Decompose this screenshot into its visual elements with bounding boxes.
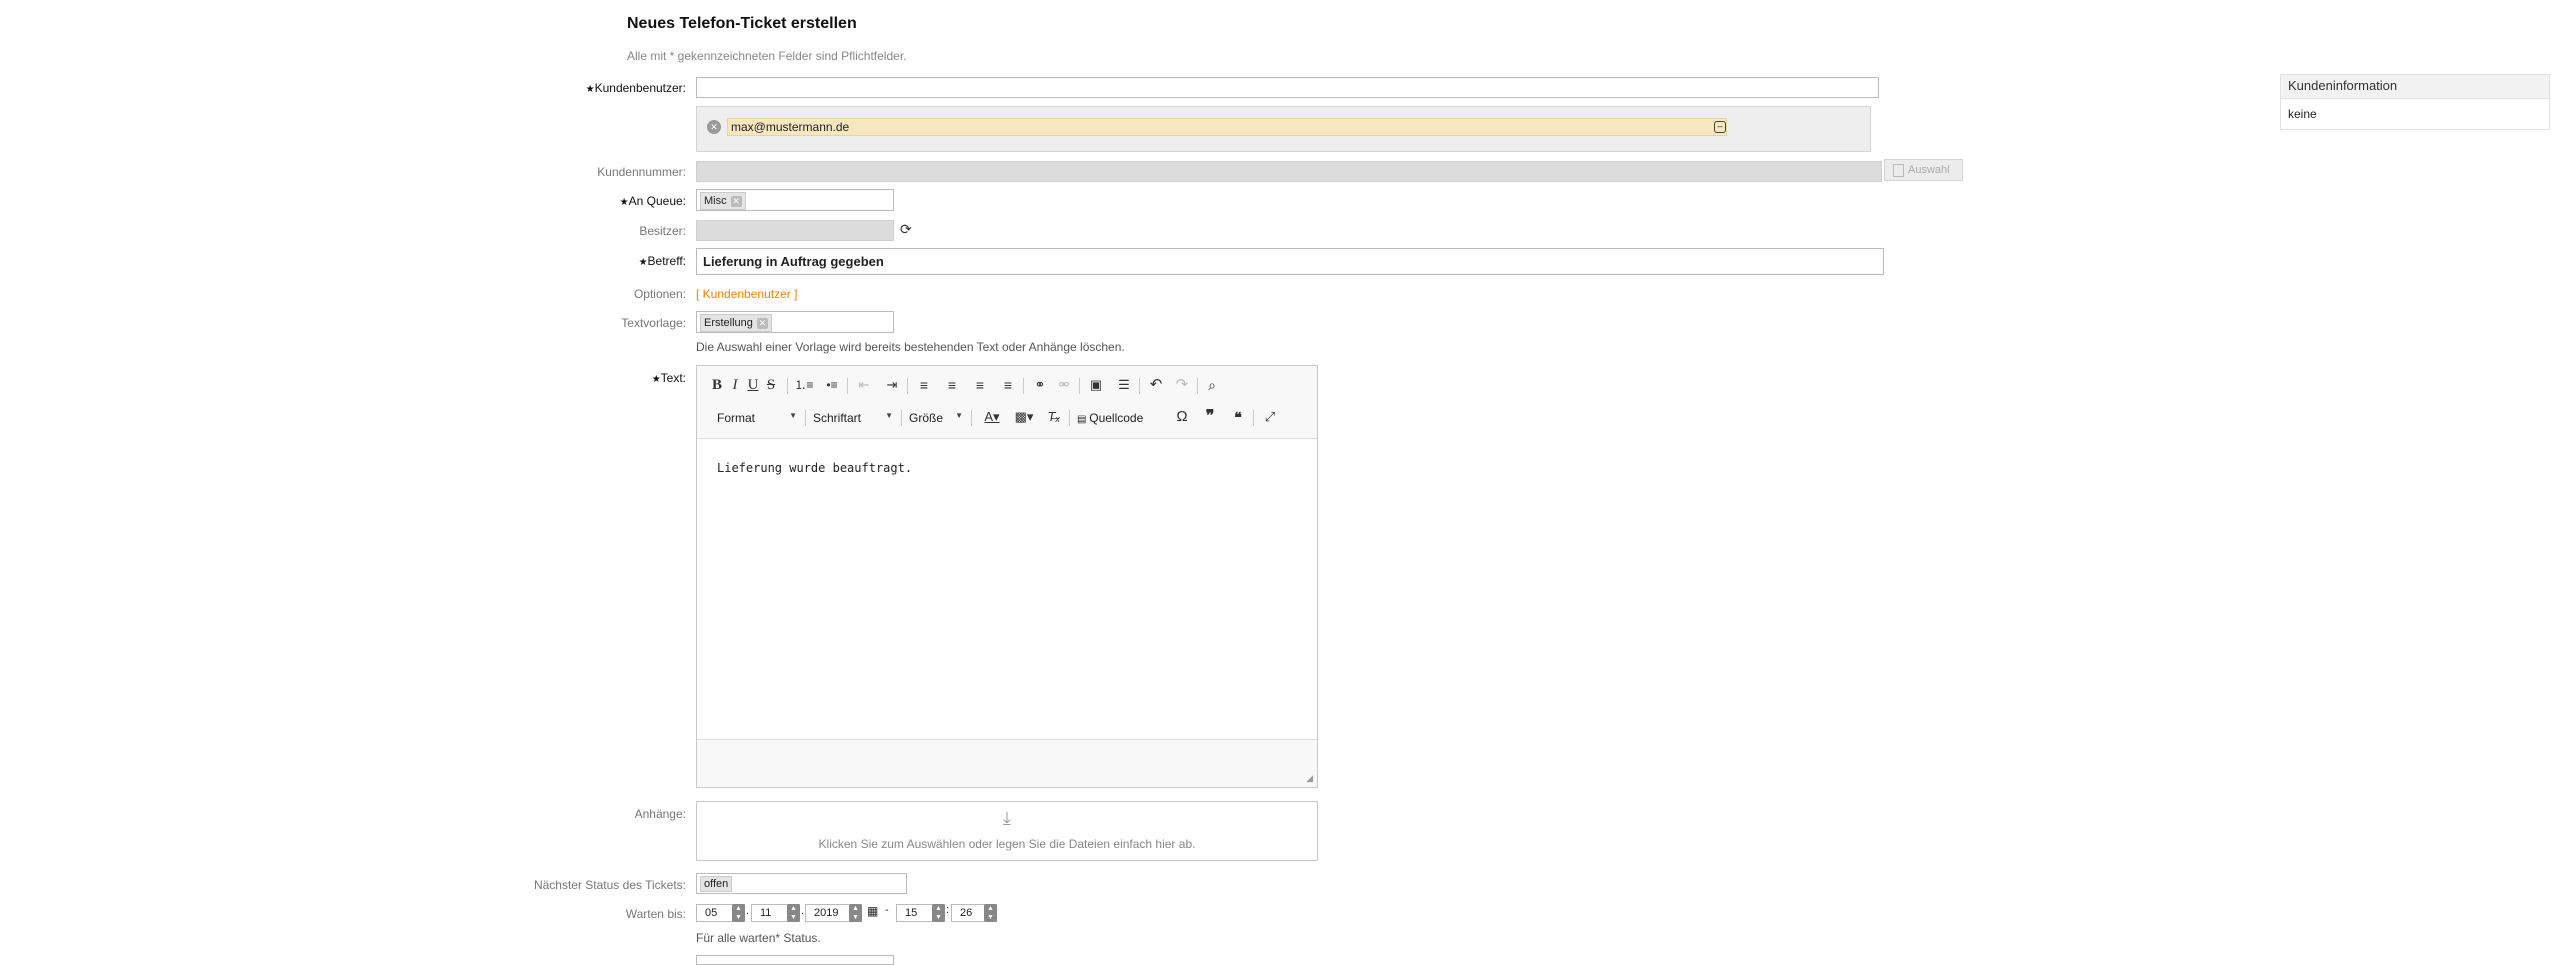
pending-hour-select[interactable]: 15 ▲ ▼ — [896, 904, 945, 922]
attachments-dropzone[interactable]: ⤓ Klicken Sie zum Auswählen oder legen S… — [696, 801, 1318, 861]
link-icon[interactable]: ⚭ — [1029, 374, 1051, 396]
customer-user-input[interactable] — [696, 77, 1879, 98]
customer-user-link[interactable]: [ Kundenbenutzer ] — [696, 287, 797, 301]
template-hint: Die Auswahl einer Vorlage wird bereits b… — [696, 340, 1125, 354]
document-icon — [1893, 163, 1904, 177]
customer-number-label: Kundennummer: — [597, 165, 686, 179]
editor-body-text[interactable]: Lieferung wurde beauftragt. — [717, 461, 912, 475]
unlink-icon[interactable]: ⚮ — [1053, 374, 1075, 396]
bulleted-list-icon[interactable]: •≡ — [821, 374, 843, 396]
customer-user-list: ✕ max@mustermann.de – — [696, 106, 1871, 152]
strikethrough-icon[interactable]: S — [760, 374, 782, 396]
upload-icon: ⤓ — [1003, 808, 1011, 828]
refresh-icon[interactable]: ⟳ — [900, 221, 912, 238]
queue-label: An Queue: — [620, 194, 686, 208]
customer-user-entry[interactable]: max@mustermann.de — [727, 118, 1727, 136]
search-icon[interactable]: ⌕ — [1201, 374, 1223, 396]
pending-day-select[interactable]: 05 ▲ ▼ — [696, 904, 745, 922]
next-state-tag: offen — [700, 876, 733, 892]
code-quote-icon[interactable]: ❝ — [1227, 406, 1249, 428]
chevron-down-icon: ▼ — [955, 411, 963, 420]
minus-icon[interactable]: – — [1714, 121, 1726, 133]
subject-label: Betreff: — [639, 254, 686, 268]
image-icon[interactable]: ▣ — [1085, 374, 1107, 396]
pending-month-select[interactable]: 11 ▲ ▼ — [751, 904, 800, 922]
undo-icon[interactable]: ↶ — [1145, 374, 1167, 396]
select-customer-button[interactable]: Auswahl — [1884, 159, 1963, 181]
chevron-updown-icon: ▲ ▼ — [932, 904, 945, 922]
resize-handle-icon[interactable]: ◢ — [1306, 773, 1313, 784]
chevron-down-icon: ▼ — [789, 411, 797, 420]
source-button[interactable]: ▤ Quellcode — [1077, 411, 1143, 425]
subject-input[interactable]: Lieferung in Auftrag gegeben — [696, 248, 1884, 275]
special-char-icon[interactable]: Ω — [1171, 406, 1193, 428]
customer-info-value: keine — [2288, 107, 2317, 121]
indent-icon[interactable]: ⇥ — [881, 374, 903, 396]
rich-text-editor: B I U S ⒈≡ •≡ ⇤ ⇥ ≡ ≡ ≡ ≡ ⚭ ⚮ ▣ ☰ ↶ ↷ ⌕ … — [696, 365, 1318, 788]
align-center-icon[interactable]: ≡ — [941, 374, 963, 396]
calendar-icon[interactable]: ▦ — [867, 904, 878, 918]
customer-info-panel: Kundeninformation keine — [2280, 74, 2550, 130]
attachments-hint: Klicken Sie zum Auswählen oder legen Sie… — [818, 837, 1196, 851]
customer-number-input[interactable] — [696, 161, 1882, 182]
remove-icon[interactable]: ✕ — [756, 317, 768, 329]
chevron-updown-icon: ▲ ▼ — [787, 904, 800, 922]
chevron-down-icon: ▼ — [885, 411, 893, 420]
priority-select[interactable] — [696, 955, 894, 965]
format-dropdown[interactable]: Format ▼ — [717, 411, 797, 425]
owner-label: Besitzer: — [639, 224, 686, 238]
options-label: Optionen: — [633, 287, 686, 301]
horizontal-line-icon[interactable]: ☰ — [1113, 374, 1135, 396]
editor-content[interactable]: Lieferung wurde beauftragt. — [697, 438, 1317, 740]
chevron-updown-icon: ▲ ▼ — [849, 904, 862, 922]
background-color-icon[interactable]: ▩▾ — [1009, 406, 1039, 428]
customer-info-title: Kundeninformation — [2281, 75, 2549, 99]
text-color-icon[interactable]: A▾ — [977, 406, 1007, 428]
align-left-icon[interactable]: ≡ — [913, 374, 935, 396]
chevron-updown-icon: ▲ ▼ — [732, 904, 745, 922]
font-dropdown[interactable]: Schriftart ▼ — [813, 411, 893, 425]
pending-minute-select[interactable]: 26 ▲ ▼ — [951, 904, 997, 922]
remove-circle-icon[interactable]: ✕ — [707, 120, 721, 134]
chevron-updown-icon: ▲ ▼ — [984, 904, 997, 922]
remove-format-icon[interactable]: T̶ₓ — [1043, 406, 1065, 428]
attachments-label: Anhänge: — [634, 807, 686, 821]
pending-year-select[interactable]: 2019 ▲ ▼ — [805, 904, 862, 922]
pending-label: Warten bis: — [625, 907, 686, 921]
align-right-icon[interactable]: ≡ — [969, 374, 991, 396]
maximize-icon[interactable]: ⤢ — [1259, 406, 1281, 428]
remove-icon[interactable]: ✕ — [730, 195, 742, 207]
justify-icon[interactable]: ≡ — [997, 374, 1019, 396]
next-state-label: Nächster Status des Tickets: — [533, 878, 686, 892]
template-tag: Erstellung ✕ — [700, 314, 772, 332]
outdent-icon[interactable]: ⇤ — [853, 374, 875, 396]
customer-user-label: Kundenbenutzer: — [586, 81, 686, 95]
size-dropdown[interactable]: Größe ▼ — [909, 411, 963, 425]
page-subtitle: Alle mit * gekennzeichneten Felder sind … — [627, 49, 907, 63]
numbered-list-icon[interactable]: ⒈≡ — [793, 374, 815, 396]
page-title: Neues Telefon-Ticket erstellen — [627, 15, 857, 32]
pending-hint: Für alle warten* Status. — [696, 931, 821, 945]
blockquote-icon[interactable]: ❞ — [1199, 406, 1221, 428]
source-icon: ▤ — [1077, 414, 1090, 425]
owner-select[interactable] — [696, 220, 894, 241]
queue-tag: Misc ✕ — [700, 192, 746, 210]
text-label: Text: — [652, 371, 686, 385]
template-label: Textvorlage: — [621, 316, 686, 330]
redo-icon[interactable]: ↷ — [1171, 374, 1193, 396]
